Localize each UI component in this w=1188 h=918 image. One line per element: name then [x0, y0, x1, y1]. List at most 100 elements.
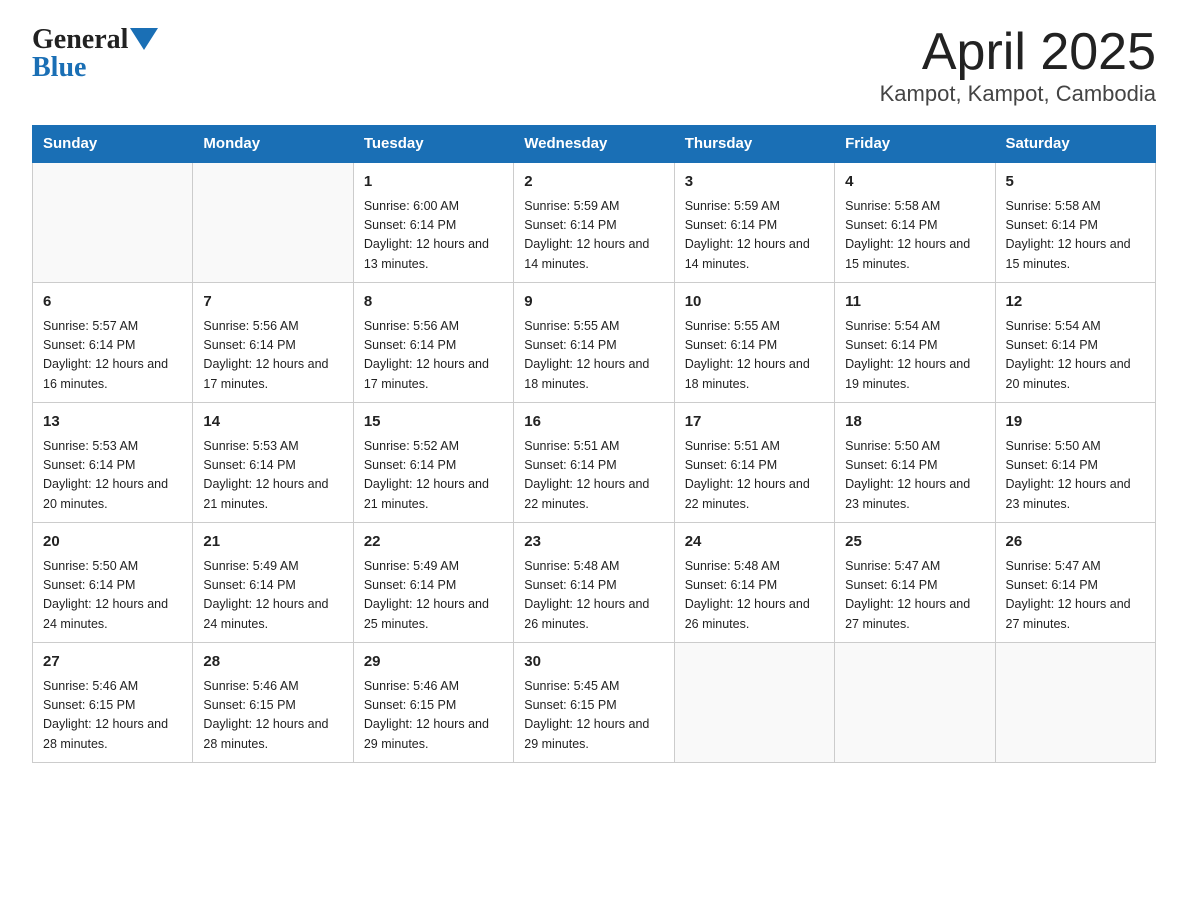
- day-number: 26: [1006, 531, 1145, 554]
- calendar-day-cell: 22Sunrise: 5:49 AM Sunset: 6:14 PM Dayli…: [353, 523, 513, 643]
- calendar-week-row: 1Sunrise: 6:00 AM Sunset: 6:14 PM Daylig…: [33, 162, 1156, 283]
- day-number: 24: [685, 531, 824, 554]
- day-number: 27: [43, 651, 182, 674]
- page-header: General Blue April 2025 Kampot, Kampot, …: [32, 24, 1156, 107]
- day-number: 19: [1006, 411, 1145, 434]
- logo-blue-text: Blue: [32, 52, 86, 84]
- col-thursday: Thursday: [674, 126, 834, 163]
- calendar-day-cell: 30 Sunrise: 5:45 AM Sunset: 6:15 PM Dayli…: [514, 643, 674, 763]
- col-friday: Friday: [835, 126, 995, 163]
- calendar-day-cell: [674, 643, 834, 763]
- day-headers-row: Sunday Monday Tuesday Wednesday Thursday…: [33, 126, 1156, 163]
- calendar-day-cell: 4 Sunrise: 5:58 AM Sunset: 6:14 PM Daylig…: [835, 162, 995, 283]
- calendar-day-cell: 24 Sunrise: 5:48 AM Sunset: 6:14 PM Dayli…: [674, 523, 834, 643]
- day-info-text: Sunrise: 5:58 AM Sunset: 6:14 PM Dayligh…: [845, 197, 984, 275]
- month-year-title: April 2025: [880, 24, 1156, 81]
- day-number: 29: [364, 651, 503, 674]
- calendar-day-cell: 23 Sunrise: 5:48 AM Sunset: 6:14 PM Dayli…: [514, 523, 674, 643]
- day-info-text: Sunrise: 5:57 AM Sunset: 6:14 PM Dayligh…: [43, 317, 182, 395]
- day-info-text: Sunrise: 5:55 AM Sunset: 6:14 PM Dayligh…: [685, 317, 824, 395]
- day-number: 2: [524, 171, 663, 194]
- col-sunday: Sunday: [33, 126, 193, 163]
- day-number: 5: [1006, 171, 1145, 194]
- day-number: 6: [43, 291, 182, 314]
- calendar-day-cell: 12 Sunrise: 5:54 AM Sunset: 6:14 PM Dayli…: [995, 283, 1155, 403]
- calendar-week-row: 6 Sunrise: 5:57 AM Sunset: 6:14 PM Daylig…: [33, 283, 1156, 403]
- col-monday: Monday: [193, 126, 353, 163]
- calendar-day-cell: 7 Sunrise: 5:56 AM Sunset: 6:14 PM Daylig…: [193, 283, 353, 403]
- day-number: 30: [524, 651, 663, 674]
- day-number: 20: [43, 531, 182, 554]
- day-number: 14: [203, 411, 342, 434]
- calendar-day-cell: 29 Sunrise: 5:46 AM Sunset: 6:15 PM Dayli…: [353, 643, 513, 763]
- day-info-text: Sunrise: 5:59 AM Sunset: 6:14 PM Dayligh…: [524, 197, 663, 275]
- day-info-text: Sunrise: 5:46 AM Sunset: 6:15 PM Dayligh…: [43, 677, 182, 755]
- calendar-week-row: 13 Sunrise: 5:53 AM Sunset: 6:14 PM Dayli…: [33, 403, 1156, 523]
- day-info-text: Sunrise: 5:47 AM Sunset: 6:14 PM Dayligh…: [1006, 557, 1145, 635]
- day-info-text: Sunrise: 6:00 AM Sunset: 6:14 PM Dayligh…: [364, 197, 503, 275]
- day-info-text: Sunrise: 5:50 AM Sunset: 6:14 PM Dayligh…: [43, 557, 182, 635]
- day-info-text: Sunrise: 5:52 AM Sunset: 6:14 PM Dayligh…: [364, 437, 503, 515]
- day-number: 11: [845, 291, 984, 314]
- day-info-text: Sunrise: 5:45 AM Sunset: 6:15 PM Dayligh…: [524, 677, 663, 755]
- calendar-header: Sunday Monday Tuesday Wednesday Thursday…: [33, 126, 1156, 163]
- day-info-text: Sunrise: 5:48 AM Sunset: 6:14 PM Dayligh…: [685, 557, 824, 635]
- day-number: 13: [43, 411, 182, 434]
- calendar-day-cell: 26 Sunrise: 5:47 AM Sunset: 6:14 PM Dayli…: [995, 523, 1155, 643]
- calendar-day-cell: 6 Sunrise: 5:57 AM Sunset: 6:14 PM Daylig…: [33, 283, 193, 403]
- day-number: 23: [524, 531, 663, 554]
- calendar-day-cell: 20 Sunrise: 5:50 AM Sunset: 6:14 PM Dayli…: [33, 523, 193, 643]
- day-info-text: Sunrise: 5:50 AM Sunset: 6:14 PM Dayligh…: [1006, 437, 1145, 515]
- day-info-text: Sunrise: 5:54 AM Sunset: 6:14 PM Dayligh…: [845, 317, 984, 395]
- day-number: 8: [364, 291, 503, 314]
- calendar-day-cell: [995, 643, 1155, 763]
- calendar-day-cell: 5 Sunrise: 5:58 AM Sunset: 6:14 PM Daylig…: [995, 162, 1155, 283]
- location-subtitle: Kampot, Kampot, Cambodia: [880, 81, 1156, 107]
- day-info-text: Sunrise: 5:56 AM Sunset: 6:14 PM Dayligh…: [203, 317, 342, 395]
- day-number: 22: [364, 531, 503, 554]
- calendar-day-cell: 15 Sunrise: 5:52 AM Sunset: 6:14 PM Dayli…: [353, 403, 513, 523]
- day-info-text: Sunrise: 5:46 AM Sunset: 6:15 PM Dayligh…: [203, 677, 342, 755]
- day-info-text: Sunrise: 5:51 AM Sunset: 6:14 PM Dayligh…: [685, 437, 824, 515]
- day-info-text: Sunrise: 5:55 AM Sunset: 6:14 PM Dayligh…: [524, 317, 663, 395]
- calendar-day-cell: 14Sunrise: 5:53 AM Sunset: 6:14 PM Dayli…: [193, 403, 353, 523]
- calendar-day-cell: [835, 643, 995, 763]
- day-info-text: Sunrise: 5:46 AM Sunset: 6:15 PM Dayligh…: [364, 677, 503, 755]
- logo-triangle-icon: [130, 28, 158, 50]
- calendar-day-cell: 27 Sunrise: 5:46 AM Sunset: 6:15 PM Dayli…: [33, 643, 193, 763]
- col-wednesday: Wednesday: [514, 126, 674, 163]
- day-number: 4: [845, 171, 984, 194]
- calendar-week-row: 27 Sunrise: 5:46 AM Sunset: 6:15 PM Dayli…: [33, 643, 1156, 763]
- day-info-text: Sunrise: 5:58 AM Sunset: 6:14 PM Dayligh…: [1006, 197, 1145, 275]
- day-info-text: Sunrise: 5:53 AM Sunset: 6:14 PM Dayligh…: [43, 437, 182, 515]
- calendar-day-cell: 17 Sunrise: 5:51 AM Sunset: 6:14 PM Dayli…: [674, 403, 834, 523]
- calendar-day-cell: 10Sunrise: 5:55 AM Sunset: 6:14 PM Dayli…: [674, 283, 834, 403]
- calendar-day-cell: 9Sunrise: 5:55 AM Sunset: 6:14 PM Daylig…: [514, 283, 674, 403]
- calendar-day-cell: 13 Sunrise: 5:53 AM Sunset: 6:14 PM Dayli…: [33, 403, 193, 523]
- day-number: 18: [845, 411, 984, 434]
- day-number: 16: [524, 411, 663, 434]
- day-number: 21: [203, 531, 342, 554]
- day-info-text: Sunrise: 5:50 AM Sunset: 6:14 PM Dayligh…: [845, 437, 984, 515]
- calendar-table: Sunday Monday Tuesday Wednesday Thursday…: [32, 125, 1156, 763]
- day-number: 17: [685, 411, 824, 434]
- calendar-day-cell: [33, 162, 193, 283]
- day-number: 3: [685, 171, 824, 194]
- col-tuesday: Tuesday: [353, 126, 513, 163]
- calendar-day-cell: 3Sunrise: 5:59 AM Sunset: 6:14 PM Daylig…: [674, 162, 834, 283]
- col-saturday: Saturday: [995, 126, 1155, 163]
- day-info-text: Sunrise: 5:54 AM Sunset: 6:14 PM Dayligh…: [1006, 317, 1145, 395]
- calendar-day-cell: 18 Sunrise: 5:50 AM Sunset: 6:14 PM Dayli…: [835, 403, 995, 523]
- day-info-text: Sunrise: 5:49 AM Sunset: 6:14 PM Dayligh…: [203, 557, 342, 635]
- day-info-text: Sunrise: 5:56 AM Sunset: 6:14 PM Dayligh…: [364, 317, 503, 395]
- day-number: 12: [1006, 291, 1145, 314]
- calendar-day-cell: 2 Sunrise: 5:59 AM Sunset: 6:14 PM Daylig…: [514, 162, 674, 283]
- calendar-day-cell: 11 Sunrise: 5:54 AM Sunset: 6:14 PM Dayli…: [835, 283, 995, 403]
- day-number: 28: [203, 651, 342, 674]
- calendar-day-cell: 28 Sunrise: 5:46 AM Sunset: 6:15 PM Dayli…: [193, 643, 353, 763]
- calendar-day-cell: 16Sunrise: 5:51 AM Sunset: 6:14 PM Dayli…: [514, 403, 674, 523]
- day-info-text: Sunrise: 5:48 AM Sunset: 6:14 PM Dayligh…: [524, 557, 663, 635]
- day-number: 15: [364, 411, 503, 434]
- title-block: April 2025 Kampot, Kampot, Cambodia: [880, 24, 1156, 107]
- day-number: 7: [203, 291, 342, 314]
